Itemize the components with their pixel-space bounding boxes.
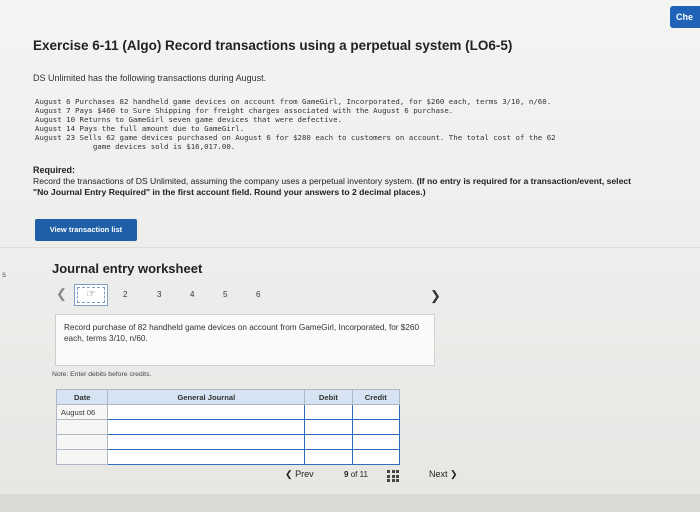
- debit-input[interactable]: [304, 434, 353, 450]
- transaction-line: game devices sold is $16,017.00.: [35, 142, 236, 152]
- credit-input[interactable]: [351, 449, 401, 465]
- note-text: Note: Enter debits before credits.: [52, 371, 152, 378]
- table-row: [55, 419, 401, 435]
- table-row: [55, 434, 401, 450]
- page-of: of: [350, 470, 358, 479]
- column-header-debit: Debit: [304, 389, 353, 405]
- entry-tab-4[interactable]: 4: [190, 290, 194, 299]
- page-indicator: 9 of 11: [344, 470, 368, 479]
- entry-tab-current[interactable]: ☞: [74, 284, 108, 306]
- account-input[interactable]: [107, 449, 306, 465]
- entry-description: Record purchase of 82 handheld game devi…: [55, 314, 435, 366]
- grid-icon[interactable]: [387, 470, 399, 482]
- debit-input[interactable]: [304, 419, 353, 435]
- debit-input[interactable]: [304, 404, 353, 420]
- hand-pointer-icon: ☞: [86, 289, 96, 300]
- date-cell: August 06: [55, 404, 109, 420]
- exercise-title: Exercise 6-11 (Algo) Record transactions…: [33, 38, 513, 53]
- edge-mark: s: [2, 270, 6, 279]
- table-row: August 06: [55, 404, 401, 420]
- entry-tab-5[interactable]: 5: [223, 290, 227, 299]
- divider: [0, 247, 700, 248]
- transaction-line: August 14 Pays the full amount due to Ga…: [35, 124, 245, 134]
- date-cell: [55, 434, 109, 450]
- date-cell: [55, 449, 109, 465]
- next-label: Next: [429, 469, 448, 479]
- date-cell: [55, 419, 109, 435]
- transaction-line: August 10 Returns to GameGirl seven game…: [35, 115, 343, 125]
- chevron-left-icon[interactable]: ❮: [56, 286, 67, 302]
- chevron-left-icon: ❮: [285, 469, 293, 479]
- account-input[interactable]: [107, 434, 306, 450]
- worksheet-title: Journal entry worksheet: [52, 261, 203, 276]
- entry-tab-6[interactable]: 6: [256, 290, 260, 299]
- total-pages: 11: [359, 470, 368, 479]
- debit-input[interactable]: [304, 449, 353, 465]
- transaction-line: August 6 Purchases 82 handheld game devi…: [35, 97, 552, 106]
- transaction-line: August 23 Sells 62 game devices purchase…: [35, 133, 556, 143]
- chevron-right-icon[interactable]: ❯: [430, 288, 441, 304]
- prev-button[interactable]: ❮ Prev: [285, 469, 314, 480]
- required-text-plain: Record the transactions of DS Unlimited,…: [33, 176, 415, 186]
- required-label: Required:: [33, 165, 76, 175]
- exercise-intro: DS Unlimited has the following transacti…: [33, 73, 267, 83]
- journal-table: Date General Journal Debit Credit August…: [55, 389, 401, 465]
- check-button[interactable]: Che: [670, 6, 700, 28]
- entry-tab-3[interactable]: 3: [157, 290, 161, 299]
- prev-label: Prev: [295, 469, 314, 479]
- bottom-bar: [0, 494, 700, 512]
- entry-tab-2[interactable]: 2: [123, 290, 127, 299]
- required-text: Record the transactions of DS Unlimited,…: [33, 176, 633, 198]
- page: Che s Exercise 6-11 (Algo) Record transa…: [0, 0, 700, 512]
- table-row: [55, 449, 401, 465]
- account-input[interactable]: [107, 404, 306, 420]
- column-header-date: Date: [55, 389, 109, 405]
- transaction-list: August 6 Purchases 82 handheld game devi…: [35, 97, 556, 152]
- column-header-credit: Credit: [351, 389, 401, 405]
- account-input[interactable]: [107, 419, 306, 435]
- column-header-general-journal: General Journal: [107, 389, 306, 405]
- next-button[interactable]: Next ❯: [429, 469, 458, 480]
- credit-input[interactable]: [351, 419, 401, 435]
- credit-input[interactable]: [351, 434, 401, 450]
- transaction-line: August 7 Pays $460 to Sure Shipping for …: [35, 106, 454, 116]
- view-transaction-list-button[interactable]: View transaction list: [35, 219, 137, 241]
- chevron-right-icon: ❯: [450, 469, 458, 479]
- credit-input[interactable]: [351, 404, 401, 420]
- current-page: 9: [344, 470, 349, 479]
